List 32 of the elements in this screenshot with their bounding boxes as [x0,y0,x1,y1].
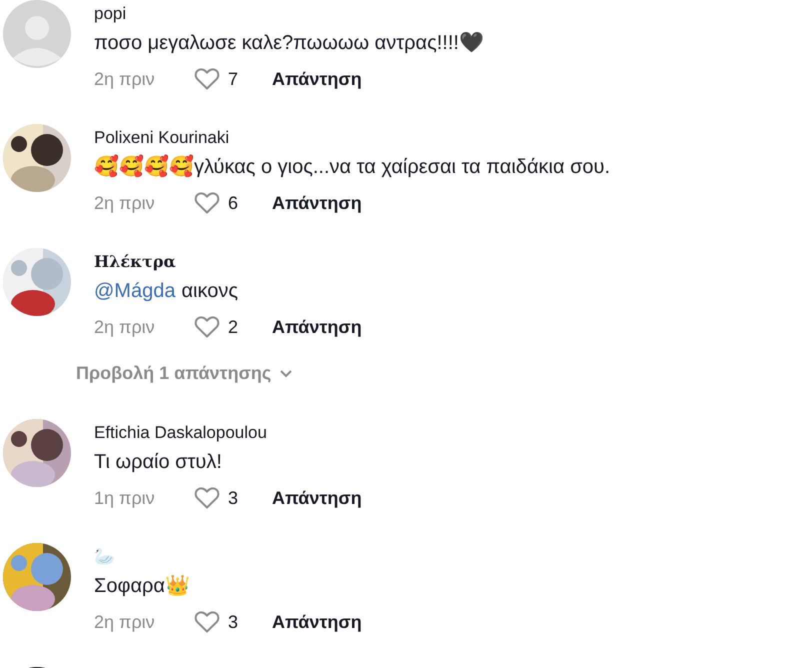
like-count: 3 [228,488,240,508]
chevron-down-icon[interactable] [279,368,294,378]
comment-text: Σοφαρα👑 [94,574,190,599]
timestamp: 2η πριν [94,192,156,214]
comment-text: αικονς [181,279,238,304]
heart-icon[interactable] [194,610,220,634]
heart-icon[interactable] [194,67,220,91]
username[interactable]: Polixeni Kourinaki [94,128,610,148]
comment-text: 🥰🥰🥰🥰γλύκας ο γιος...να τα χαίρεσαι τα παιδάκια σου. [94,154,610,180]
heart-icon[interactable] [194,191,220,215]
timestamp: 1η πριν [94,488,156,508]
username[interactable]: popi [94,4,484,24]
reply-link[interactable]: Απάντηση [272,612,362,632]
reply-link[interactable]: Απάντηση [272,316,362,338]
username[interactable]: Ηλέκτρα [94,252,362,272]
reply-link[interactable]: Απάντηση [272,488,362,508]
heart-icon[interactable] [194,315,220,339]
timestamp: 2η πριν [94,612,156,632]
comment-text: ποσο μεγαλωσε καλε?πωωωω αντρας!!!!🖤 [94,31,484,56]
heart-icon[interactable] [194,486,220,510]
like-count: 3 [228,612,240,632]
reply-link[interactable]: Απάντηση [272,192,362,214]
timestamp: 2η πριν [94,68,156,90]
username[interactable]: 🦢 [94,547,362,567]
like-count: 6 [228,192,240,214]
username[interactable]: Eftichia Daskalopoulou [94,423,362,443]
comment-text: Τι ωραίο στυλ! [94,450,222,475]
like-count: 2 [228,316,240,338]
like-count: 7 [228,68,240,90]
reply-link[interactable]: Απάντηση [272,68,362,90]
mention-link[interactable]: @Mágda [94,278,176,304]
timestamp: 2η πριν [94,316,156,338]
